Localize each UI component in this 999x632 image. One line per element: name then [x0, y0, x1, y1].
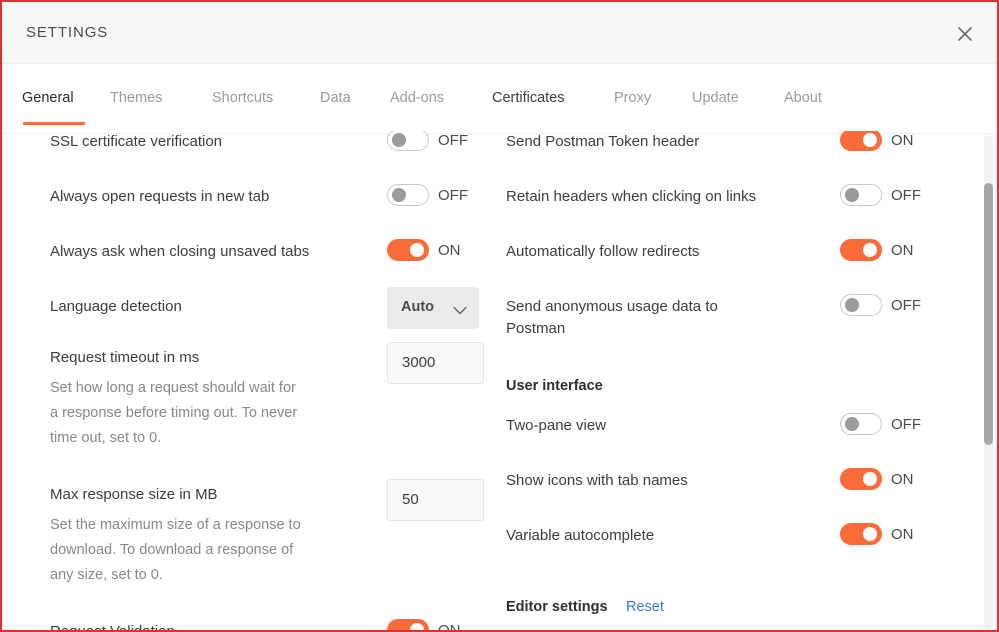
variable-autocomplete-toggle[interactable] [840, 523, 882, 545]
show-icons-with-tab-names-toggle-state: ON [891, 470, 914, 488]
max-response-size-in-mb-input[interactable]: 50 [387, 479, 484, 521]
toggle-knob-icon [392, 188, 406, 202]
setting-description-max-response-size-in-mb: Set the maximum size of a response to do… [50, 517, 301, 583]
toggle-knob-icon [863, 472, 877, 486]
close-icon[interactable] [951, 20, 979, 48]
setting-label-request-timeout-in-ms: Request timeout in ms [50, 349, 200, 366]
request-validation-toggle[interactable] [387, 619, 429, 630]
retain-headers-when-clicking-on-links-toggle[interactable] [840, 184, 882, 206]
setting-label-two-pane-view: Two-pane view [506, 417, 607, 434]
send-anonymous-usage-data-to-postman-toggle-state: OFF [891, 296, 921, 314]
setting-label-always-ask-when-closing-unsaved-tabs: Always ask when closing unsaved tabs [50, 243, 310, 260]
toggle-knob-icon [863, 243, 877, 257]
send-postman-token-header-toggle[interactable] [840, 131, 882, 151]
setting-label-always-open-requests-in-new-tab: Always open requests in new tab [50, 188, 270, 205]
setting-label-max-response-size-in-mb: Max response size in MB [50, 486, 218, 503]
toggle-knob-icon [863, 527, 877, 541]
reset-link[interactable]: Reset [626, 599, 664, 615]
variable-autocomplete-toggle-state: ON [891, 525, 914, 543]
always-open-requests-in-new-tab-toggle-wrap: OFF [387, 184, 468, 206]
send-anonymous-usage-data-to-postman-toggle-wrap: OFF [840, 294, 921, 316]
toggle-knob-icon [410, 243, 424, 257]
active-tab-underline [23, 122, 85, 125]
always-open-requests-in-new-tab-toggle-state: OFF [438, 186, 468, 204]
language-detection-dropdown[interactable]: Auto [387, 287, 479, 329]
send-anonymous-usage-data-to-postman-toggle[interactable] [840, 294, 882, 316]
ssl-certificate-verification-toggle-wrap: OFF [387, 131, 468, 151]
tab-about[interactable]: About [784, 90, 822, 106]
tab-add-ons[interactable]: Add-ons [390, 90, 444, 106]
setting-label-ssl-certificate-verification: SSL certificate verification [50, 133, 223, 150]
tab-certificates[interactable]: Certificates [492, 90, 565, 106]
ssl-certificate-verification-toggle[interactable] [387, 131, 429, 151]
setting-label-automatically-follow-redirects: Automatically follow redirects [506, 243, 700, 260]
setting-label-language-detection: Language detection [50, 298, 182, 315]
always-ask-when-closing-unsaved-tabs-toggle[interactable] [387, 239, 429, 261]
language-detection-dropdown-value: Auto [401, 299, 435, 315]
toggle-knob-icon [845, 298, 859, 312]
section-heading-user-interface: User interface [506, 378, 603, 394]
page-title: SETTINGS [26, 24, 109, 41]
max-response-size-in-mb-input-value: 50 [402, 491, 419, 508]
setting-label-send-anonymous-usage-data-to-postman: Send anonymous usage data to Postman [506, 298, 718, 337]
automatically-follow-redirects-toggle-wrap: ON [840, 239, 914, 261]
settings-tab-bar: General Themes Shortcuts Data Add-ons Certifi… [2, 64, 997, 130]
tab-proxy[interactable]: Proxy [614, 90, 651, 106]
tab-themes[interactable]: Themes [110, 90, 162, 106]
always-ask-when-closing-unsaved-tabs-toggle-wrap: ON [387, 239, 461, 261]
retain-headers-when-clicking-on-links-toggle-wrap: OFF [840, 184, 921, 206]
scrollbar-thumb[interactable] [984, 183, 993, 445]
toggle-knob-icon [845, 188, 859, 202]
two-pane-view-toggle[interactable] [840, 413, 882, 435]
variable-autocomplete-toggle-wrap: ON [840, 523, 914, 545]
show-icons-with-tab-names-toggle-wrap: ON [840, 468, 914, 490]
request-timeout-in-ms-input[interactable]: 3000 [387, 342, 484, 384]
tab-shortcuts[interactable]: Shortcuts [212, 90, 273, 106]
content-scrollbar[interactable] [984, 135, 993, 630]
tab-data[interactable]: Data [320, 90, 351, 106]
settings-content: SSL certificate verification OFF Always op… [2, 131, 997, 630]
setting-label-retain-headers-when-clicking-on-links: Retain headers when clicking on links [506, 188, 757, 205]
request-validation-toggle-wrap: ON [387, 619, 461, 630]
dialog-titlebar: SETTINGS [2, 2, 997, 64]
tab-update[interactable]: Update [692, 90, 739, 106]
send-postman-token-header-toggle-state: ON [891, 131, 914, 149]
setting-label-send-postman-token-header: Send Postman Token header [506, 133, 700, 150]
request-timeout-in-ms-input-value: 3000 [402, 354, 436, 371]
toggle-knob-icon [863, 133, 877, 147]
automatically-follow-redirects-toggle[interactable] [840, 239, 882, 261]
always-ask-when-closing-unsaved-tabs-toggle-state: ON [438, 241, 461, 259]
show-icons-with-tab-names-toggle[interactable] [840, 468, 882, 490]
settings-dialog: SETTINGS General Themes Shortcuts Data Add-o… [0, 0, 999, 632]
retain-headers-when-clicking-on-links-toggle-state: OFF [891, 186, 921, 204]
ssl-certificate-verification-toggle-state: OFF [438, 131, 468, 149]
toggle-knob-icon [410, 623, 424, 630]
setting-label-variable-autocomplete: Variable autocomplete [506, 527, 655, 544]
two-pane-view-toggle-wrap: OFF [840, 413, 921, 435]
send-postman-token-header-toggle-wrap: ON [840, 131, 914, 151]
setting-description-request-timeout-in-ms: Set how long a request should wait for a… [50, 380, 298, 446]
toggle-knob-icon [392, 133, 406, 147]
request-validation-toggle-state: ON [438, 621, 461, 631]
always-open-requests-in-new-tab-toggle[interactable] [387, 184, 429, 206]
setting-label-request-validation: Request Validation [50, 621, 370, 630]
toggle-knob-icon [845, 417, 859, 431]
chevron-down-icon [453, 303, 467, 321]
section-heading-editor-settings: Editor settings [506, 599, 608, 615]
tab-general[interactable]: General [22, 90, 74, 106]
two-pane-view-toggle-state: OFF [891, 415, 921, 433]
setting-label-show-icons-with-tab-names: Show icons with tab names [506, 472, 688, 489]
automatically-follow-redirects-toggle-state: ON [891, 241, 914, 259]
